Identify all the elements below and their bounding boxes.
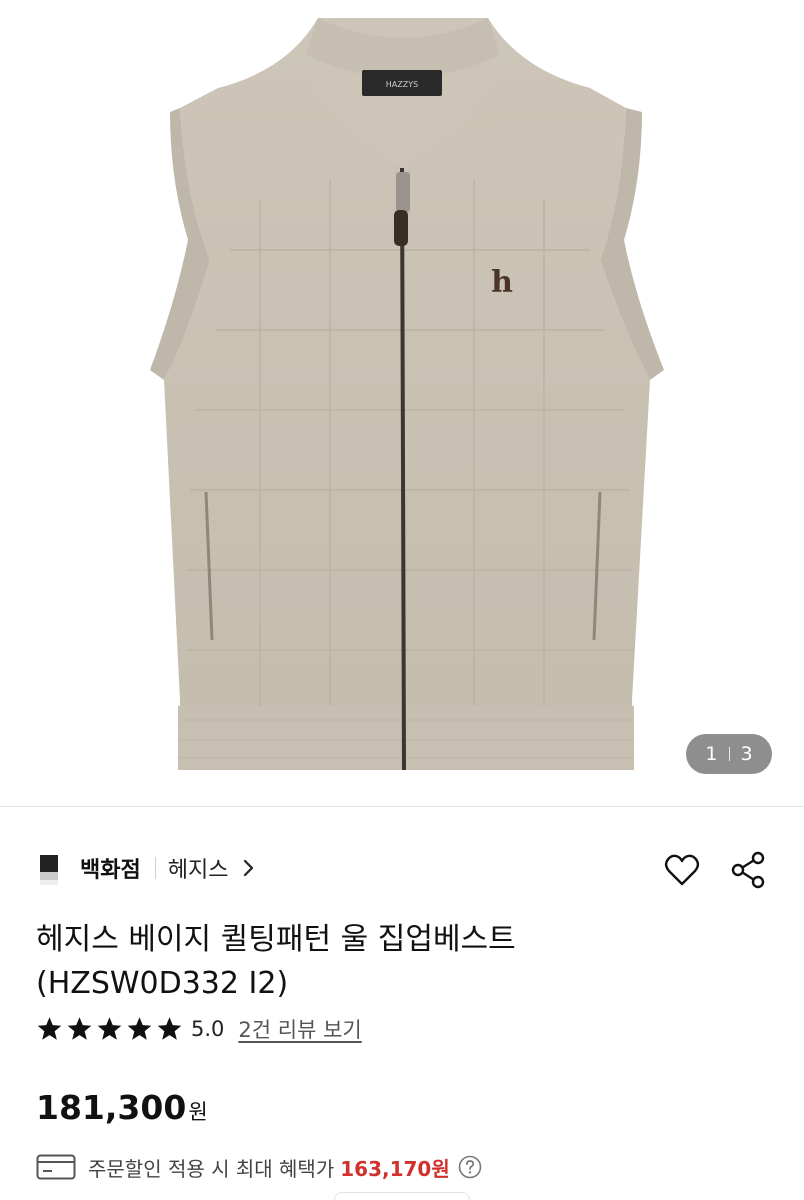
price-unit: 원	[188, 1100, 208, 1124]
benefit-price: 163,170원	[340, 1156, 450, 1181]
brand-emblem: h	[491, 265, 513, 300]
star-icon	[97, 1017, 122, 1040]
heart-icon	[664, 854, 700, 886]
wishlist-button[interactable]	[662, 850, 702, 890]
image-pager: 1 3	[686, 734, 772, 774]
star-icon	[157, 1017, 182, 1040]
product-image-carousel[interactable]: HAZZYS h 1 3	[0, 0, 804, 806]
question-icon[interactable]	[458, 1155, 482, 1179]
star-icon	[127, 1017, 152, 1040]
review-link[interactable]: 2건 리뷰 보기	[238, 1014, 361, 1044]
share-icon	[731, 851, 765, 889]
neck-label-text: HAZZYS	[386, 80, 418, 89]
product-title-line1: 헤지스 베이지 퀼팅패턴 울 집업베스트	[36, 922, 516, 957]
pager-current: 1	[705, 743, 718, 765]
brand-separator	[154, 857, 156, 879]
product-image: HAZZYS h	[150, 18, 664, 771]
price-amount: 181,300	[36, 1088, 187, 1127]
rating-score: 5.0	[191, 1017, 225, 1041]
card-icon	[36, 1154, 76, 1180]
pager-total: 3	[740, 743, 753, 765]
rating-row: 5.0 2건 리뷰 보기	[36, 1012, 362, 1046]
brand-breadcrumb[interactable]: 백화점 헤지스	[40, 846, 256, 890]
star-icon	[37, 1017, 62, 1040]
star-icon	[67, 1017, 92, 1040]
section-divider	[0, 806, 804, 807]
store-name: 백화점	[80, 858, 141, 883]
price-row: 181,300 원	[36, 1088, 208, 1134]
store-logo-icon	[40, 851, 58, 885]
chevron-right-icon	[244, 859, 254, 877]
rating-stars	[36, 1016, 183, 1042]
product-title-line2: (HZSW0D332 I2)	[36, 966, 289, 1001]
max-benefit-row: 주문할인 적용 시 최대 혜택가 163,170원	[36, 1150, 482, 1184]
benefit-label: 주문할인 적용 시 최대 혜택가	[88, 1156, 335, 1181]
share-button[interactable]	[728, 850, 768, 890]
product-title: 헤지스 베이지 퀼팅패턴 울 집업베스트 (HZSW0D332 I2)	[36, 918, 756, 1006]
pager-separator	[728, 747, 730, 761]
bottom-sheet-handle[interactable]	[334, 1192, 470, 1200]
brand-name[interactable]: 헤지스	[168, 852, 229, 884]
